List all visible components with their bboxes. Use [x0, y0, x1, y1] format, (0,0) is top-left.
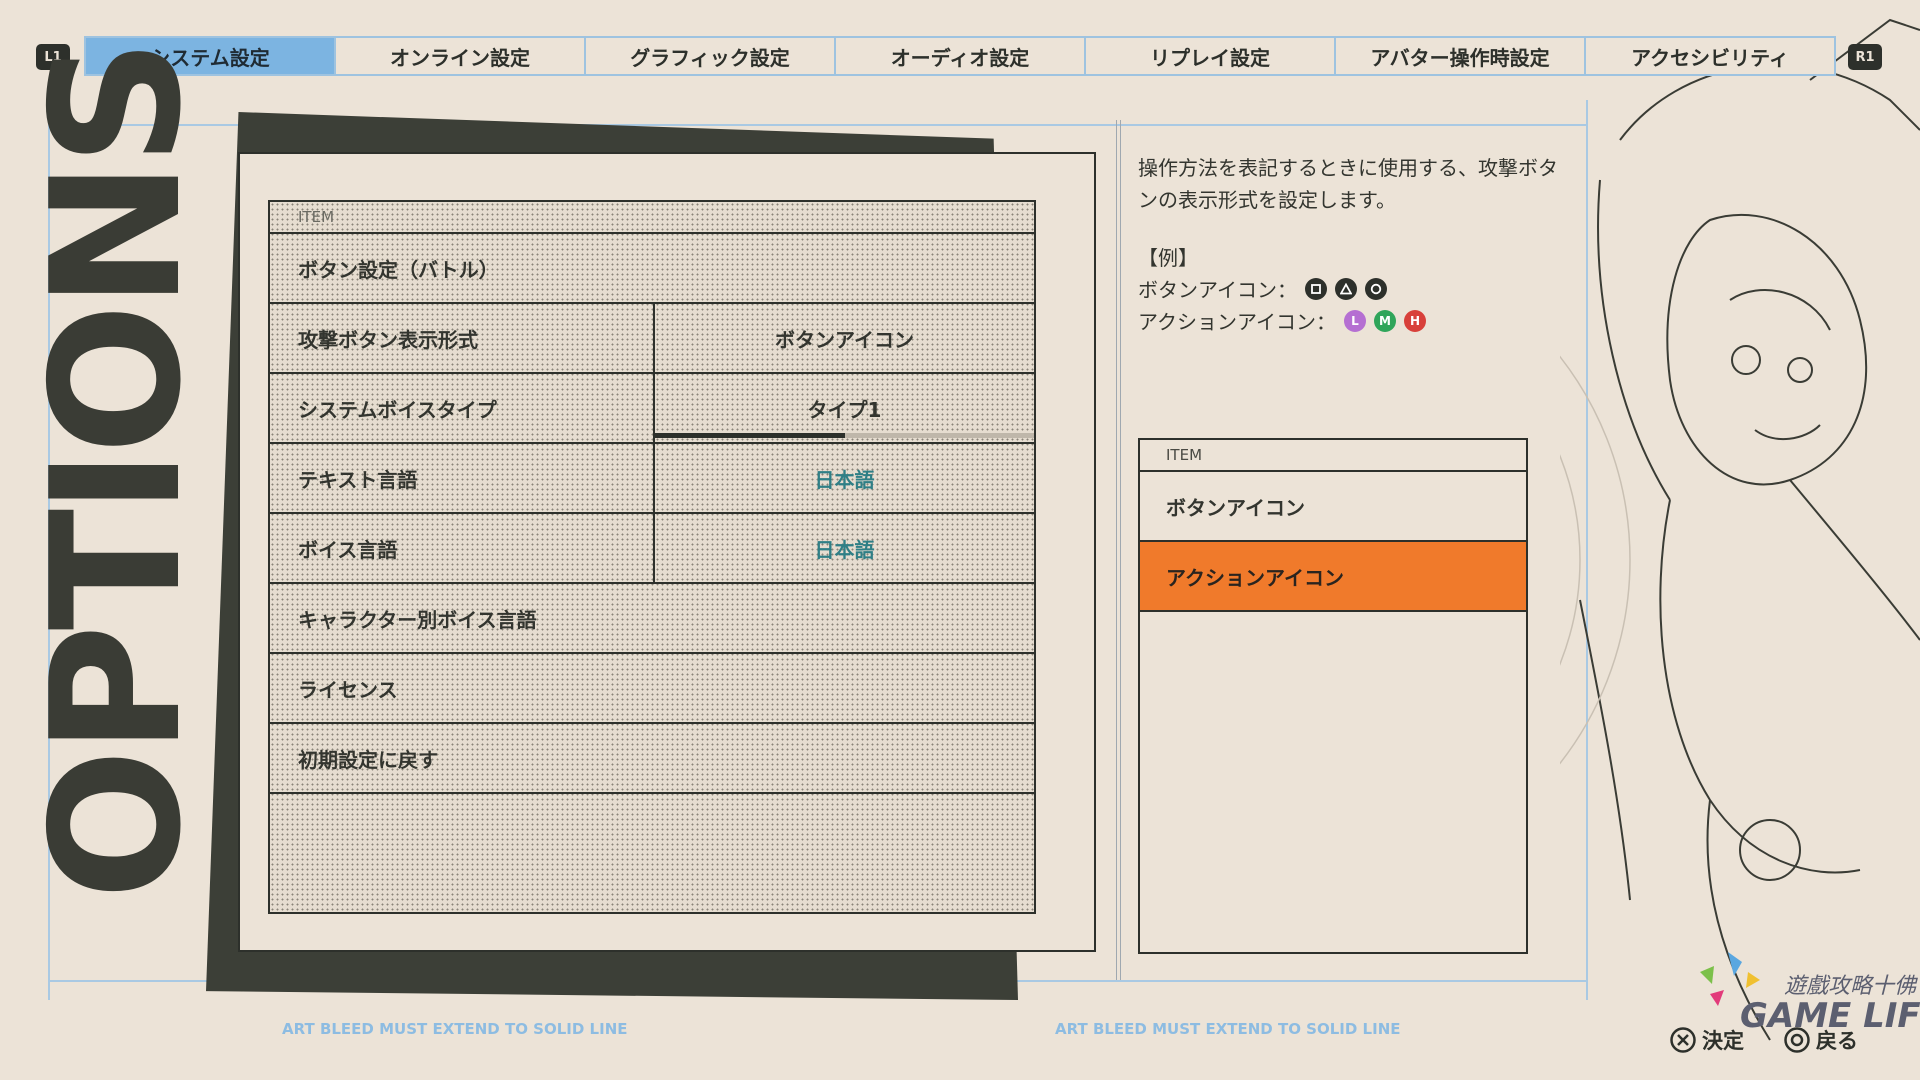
option-action-icon[interactable]: アクションアイコン: [1140, 542, 1526, 612]
setting-label: テキスト言語: [298, 467, 418, 492]
option-selection-list: ITEM ボタンアイコン アクションアイコン: [1138, 438, 1528, 954]
setting-row-voice-language[interactable]: ボイス言語 日本語: [270, 514, 1034, 584]
settings-tab-bar: システム設定 オンライン設定 グラフィック設定 オーディオ設定 リプレイ設定 ア…: [84, 36, 1836, 76]
tab-accessibility[interactable]: アクセシビリティ: [1586, 38, 1834, 74]
setting-value: 日本語: [653, 444, 1034, 512]
square-button-icon: [1305, 277, 1327, 300]
character-illustration: [1560, 18, 1920, 1041]
tab-audio-settings[interactable]: オーディオ設定: [836, 38, 1086, 74]
art-bleed-note-right: ART BLEED MUST EXTEND TO SOLID LINE: [1055, 1020, 1401, 1038]
confirm-label: 決定: [1702, 1029, 1744, 1053]
setting-description: 操作方法を表記するときに使用する、攻撃ボタンの表示形式を設定します。: [1138, 156, 1558, 212]
setting-row-character-voice-language[interactable]: キャラクター別ボイス言語: [270, 584, 1034, 654]
setting-label: ライセンス: [298, 677, 398, 702]
setting-label: 攻撃ボタン表示形式: [298, 327, 478, 352]
circle-back-button-icon: [1784, 1027, 1810, 1053]
setting-label: システムボイスタイプ: [298, 397, 497, 422]
medium-attack-icon: M: [1374, 309, 1396, 332]
triangle-button-icon: [1335, 277, 1357, 300]
cross-button-icon: [1670, 1027, 1696, 1053]
tab-avatar-control-settings[interactable]: アバター操作時設定: [1336, 38, 1586, 74]
setting-row-text-language[interactable]: テキスト言語 日本語: [270, 444, 1034, 514]
tab-graphics-settings[interactable]: グラフィック設定: [586, 38, 836, 74]
circle-button-icon: [1365, 277, 1387, 300]
art-bleed-note-left: ART BLEED MUST EXTEND TO SOLID LINE: [282, 1020, 628, 1038]
setting-row-license[interactable]: ライセンス: [270, 654, 1034, 724]
action-icon-example-label: アクションアイコン：: [1138, 310, 1336, 334]
voice-type-slider[interactable]: [655, 433, 1034, 438]
setting-label: ボタン設定（バトル）: [298, 257, 499, 282]
setting-row-button-config[interactable]: ボタン設定（バトル）: [270, 234, 1034, 304]
setting-value: タイプ1: [807, 397, 882, 422]
button-icon-example-label: ボタンアイコン：: [1138, 278, 1297, 302]
option-button-icon[interactable]: ボタンアイコン: [1140, 472, 1526, 542]
setting-label: 初期設定に戻す: [298, 747, 438, 772]
setting-label: ボイス言語: [298, 537, 398, 562]
confirm-hint[interactable]: 決定: [1670, 1025, 1744, 1055]
light-attack-icon: L: [1344, 309, 1366, 332]
options-screen: L1 R1 システム設定 オンライン設定 グラフィック設定 オーディオ設定 リプ…: [0, 0, 1920, 1080]
setting-value: 日本語: [653, 514, 1034, 582]
example-heading: 【例】: [1138, 246, 1198, 270]
voice-type-slider-fill: [655, 433, 845, 438]
setting-value: ボタンアイコン: [653, 304, 1034, 372]
setting-row-reset-defaults[interactable]: 初期設定に戻す: [270, 724, 1034, 794]
option-list-header: ITEM: [1140, 440, 1526, 472]
site-watermark: 遊戲攻略十佛 GAME LIF: [1688, 946, 1920, 1036]
tab-replay-settings[interactable]: リプレイ設定: [1086, 38, 1336, 74]
setting-row-attack-button-display[interactable]: 攻撃ボタン表示形式 ボタンアイコン: [270, 304, 1034, 374]
back-hint[interactable]: 戻る: [1784, 1025, 1858, 1055]
r1-shoulder-button[interactable]: R1: [1848, 44, 1882, 70]
page-title: OPTIONS: [13, 44, 220, 900]
action-icon-example: アクションアイコン： L M H: [1138, 306, 1426, 335]
setting-row-system-voice-type[interactable]: システムボイスタイプ タイプ1: [270, 374, 1034, 444]
back-label: 戻る: [1816, 1029, 1858, 1053]
setting-label: キャラクター別ボイス言語: [298, 607, 537, 632]
guide-line: [1116, 120, 1117, 980]
button-icon-example: ボタンアイコン：: [1138, 274, 1387, 303]
settings-table-header: ITEM: [270, 202, 1034, 234]
heavy-attack-icon: H: [1404, 309, 1426, 332]
settings-table: ITEM ボタン設定（バトル） 攻撃ボタン表示形式 ボタンアイコン システムボイ…: [268, 200, 1036, 914]
tab-online-settings[interactable]: オンライン設定: [336, 38, 586, 74]
setting-value-container: タイプ1: [653, 374, 1034, 442]
guide-line: [1120, 120, 1121, 980]
